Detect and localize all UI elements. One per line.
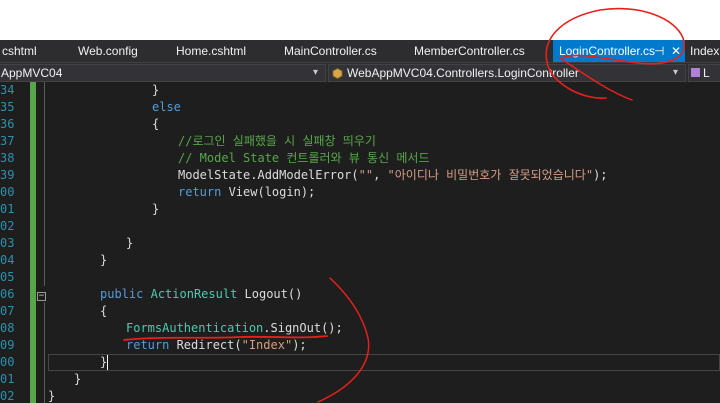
tab-main-controller[interactable]: MainController.cs [264, 40, 392, 62]
chevron-down-icon: ▾ [673, 67, 679, 78]
line-number: 38 [0, 151, 15, 165]
line-number: 01 [0, 202, 15, 216]
line-number: 35 [0, 100, 15, 114]
tab-label: Index. [690, 44, 720, 58]
line-number: 39 [0, 168, 15, 182]
current-line-highlight [48, 354, 720, 371]
tab-label: cshtml [2, 44, 37, 58]
desktop-background [0, 0, 720, 40]
code-line: return View(login); [178, 185, 316, 199]
tab-label: MainController.cs [284, 44, 377, 58]
project-name: AppMVC04 [1, 66, 63, 80]
line-number: 02 [0, 219, 15, 233]
code-line: FormsAuthentication.SignOut(); [126, 321, 343, 335]
document-tab-bar: cshtml Web.config Home.cshtml MainContro… [0, 40, 720, 62]
tab-cshtml[interactable]: cshtml [0, 40, 62, 62]
line-number: 03 [0, 236, 15, 250]
line-number: 34 [0, 83, 15, 97]
line-number: 08 [0, 321, 15, 335]
code-line: return Redirect("Index"); [126, 338, 307, 352]
line-number: 37 [0, 134, 15, 148]
code-line: { [152, 117, 160, 131]
line-number: 01 [0, 372, 15, 386]
member-dropdown[interactable]: L [688, 64, 720, 82]
class-dropdown[interactable]: WebAppMVC04.Controllers.LoginController … [328, 64, 686, 82]
code-line: } [48, 389, 56, 403]
outline-guide [44, 82, 45, 286]
code-editor[interactable]: 34 35 36 37 38 39 00 01 02 03 04 05 06 0… [0, 82, 720, 403]
close-icon[interactable]: ✕ [671, 40, 681, 62]
line-number: 00 [0, 185, 15, 199]
class-path: WebAppMVC04.Controllers.LoginController [347, 66, 579, 80]
tab-index[interactable]: Index. [686, 40, 720, 62]
method-icon [691, 68, 700, 77]
tab-label: Web.config [78, 44, 138, 58]
code-line: } [152, 83, 160, 97]
code-line: } [74, 372, 82, 386]
line-number: 09 [0, 338, 15, 352]
line-number-gutter: 34 35 36 37 38 39 00 01 02 03 04 05 06 0… [0, 82, 30, 403]
tab-label: MemberController.cs [414, 44, 525, 58]
text-caret [107, 355, 108, 370]
pin-icon[interactable]: ⊣ [654, 40, 664, 62]
line-number: 02 [0, 389, 15, 403]
project-dropdown[interactable]: AppMVC04 ▾ [0, 64, 326, 82]
tab-label: LoginController.cs [559, 44, 656, 58]
navigation-bar: AppMVC04 ▾ WebAppMVC04.Controllers.Login… [0, 62, 720, 82]
tab-label: Home.cshtml [176, 44, 247, 58]
tab-member-controller[interactable]: MemberController.cs [392, 40, 552, 62]
tab-home-cshtml[interactable]: Home.cshtml [158, 40, 264, 62]
outline-guide [44, 302, 45, 403]
line-number: 05 [0, 270, 15, 284]
code-line: ModelState.AddModelError("", "아이디나 비밀번호가… [178, 168, 608, 182]
collapse-icon[interactable]: − [37, 292, 46, 301]
line-number: 07 [0, 304, 15, 318]
code-line: } [126, 236, 134, 250]
change-tracking-bar [30, 82, 36, 403]
tab-web-config[interactable]: Web.config [60, 40, 158, 62]
code-line: //로그인 실패했을 시 실패창 띄우기 [178, 134, 376, 148]
tab-login-controller[interactable]: LoginController.cs ⊣ ✕ [553, 40, 685, 62]
line-number: 04 [0, 253, 15, 267]
line-number: 36 [0, 117, 15, 131]
code-line: } [100, 253, 108, 267]
line-number: 06 [0, 287, 15, 301]
chevron-down-icon: ▾ [313, 67, 319, 78]
code-line: { [100, 304, 108, 318]
code-line: } [100, 355, 108, 369]
member-name: L [703, 66, 710, 80]
code-line: } [152, 202, 160, 216]
line-number: 00 [0, 355, 15, 369]
code-line: else [152, 100, 181, 114]
code-line: public ActionResult Logout() [100, 287, 303, 301]
code-line: // Model State 컨트롤러와 뷰 통신 메서드 [178, 151, 430, 165]
class-icon [332, 67, 343, 79]
